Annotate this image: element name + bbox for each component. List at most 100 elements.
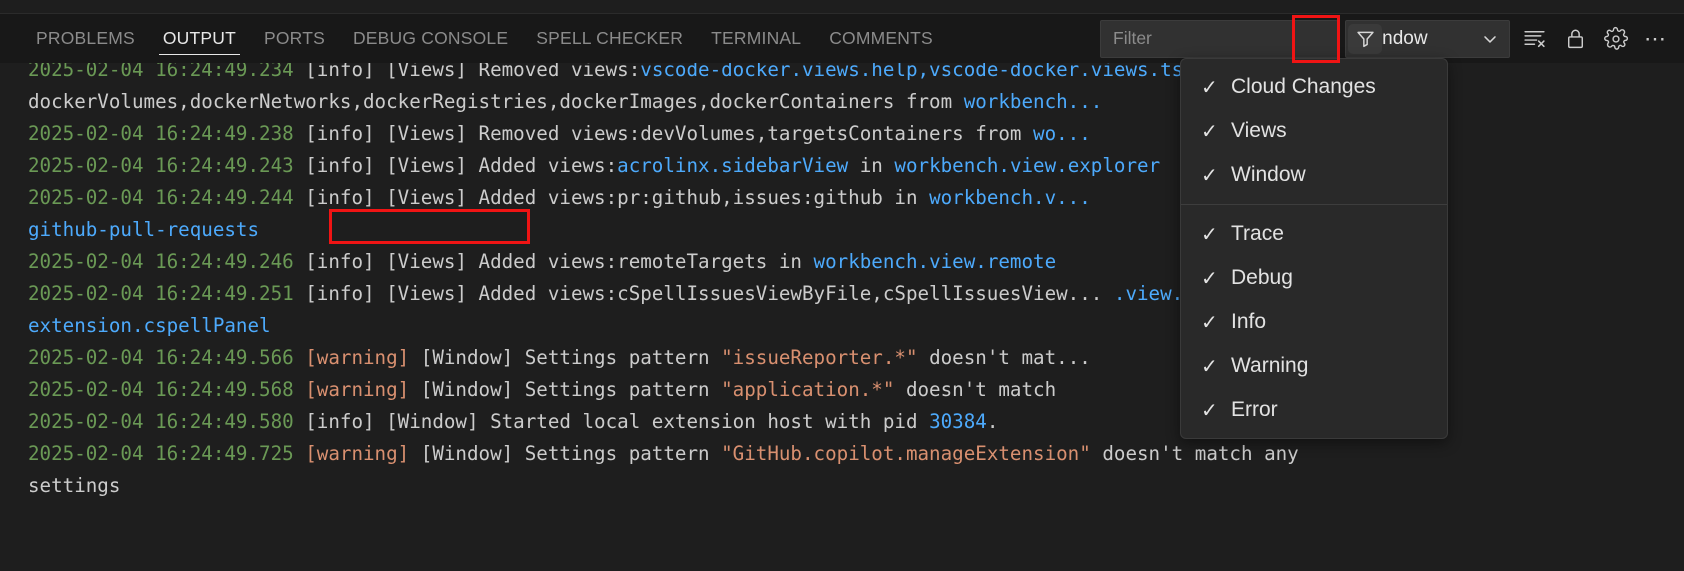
log-link[interactable]: workbench.view.remote xyxy=(814,250,1057,273)
log-line: 2025-02-04 16:24:49.725 [warning] [Windo… xyxy=(28,438,1684,470)
log-link[interactable]: vscode-docker.views.help,vscode-docker.v… xyxy=(640,63,1195,81)
log-text: [Window] Settings pattern xyxy=(409,346,721,369)
log-link[interactable]: github-pull-requests xyxy=(28,218,259,241)
menu-item-label: Warning xyxy=(1231,354,1308,378)
log-text: 2025-02-04 16:24:49.234 xyxy=(28,63,305,81)
panel-tab-label: PROBLEMS xyxy=(36,28,135,49)
gear-icon xyxy=(1603,26,1629,52)
log-line: settings xyxy=(28,470,1684,502)
log-text: doesn't mat... xyxy=(918,346,1091,369)
log-text: [info] [Views] Removed views:devVolumes,… xyxy=(305,122,1033,145)
lock-icon xyxy=(1563,26,1588,51)
log-text: "issueReporter.*" xyxy=(721,346,917,369)
log-text: [info] [Views] Added views:remoteTargets… xyxy=(305,250,813,273)
panel-tab-debug-console[interactable]: DEBUG CONSOLE xyxy=(339,14,522,63)
menu-item-info[interactable]: ✓Info xyxy=(1181,300,1447,344)
menu-item-label: Views xyxy=(1231,119,1287,143)
output-panel: PROBLEMS OUTPUT PORTS DEBUG CONSOLE SPELL CH… xyxy=(0,0,1684,571)
panel-tab-list: PROBLEMS OUTPUT PORTS DEBUG CONSOLE SPELL CH… xyxy=(0,14,947,63)
log-text: 2025-02-04 16:24:49.251 xyxy=(28,282,305,305)
panel-tab-comments[interactable]: COMMENTS xyxy=(815,14,947,63)
log-link[interactable]: workbench.v... xyxy=(929,186,1091,209)
output-filter-dropdown: ✓Cloud Changes✓Views✓Window✓Trace✓Debug✓… xyxy=(1180,58,1448,439)
log-text: 30384 xyxy=(929,410,987,433)
check-icon: ✓ xyxy=(1201,75,1231,100)
menu-item-views[interactable]: ✓Views xyxy=(1181,109,1447,153)
log-text: [info] [Window] Started local extension … xyxy=(305,410,929,433)
log-text: doesn't match any xyxy=(1091,442,1299,465)
panel-tab-terminal[interactable]: TERMINAL xyxy=(697,14,815,63)
panel-tab-label: DEBUG CONSOLE xyxy=(353,28,508,49)
funnel-icon xyxy=(1355,28,1376,49)
check-icon: ✓ xyxy=(1201,222,1231,247)
menu-item-label: Error xyxy=(1231,398,1278,422)
check-icon: ✓ xyxy=(1201,119,1231,144)
log-text: [Window] Settings pattern xyxy=(409,378,721,401)
log-link[interactable]: .view. xyxy=(1114,282,1183,305)
log-text: [warning] xyxy=(305,442,409,465)
panel-toolbar: Window ⋯ xyxy=(1100,14,1684,63)
menu-item-warning[interactable]: ✓Warning xyxy=(1181,344,1447,388)
clear-output-icon xyxy=(1522,26,1547,51)
check-icon: ✓ xyxy=(1201,310,1231,335)
check-icon: ✓ xyxy=(1201,266,1231,291)
menu-item-debug[interactable]: ✓Debug xyxy=(1181,256,1447,300)
log-text: 2025-02-04 16:24:49.244 xyxy=(28,186,305,209)
check-icon: ✓ xyxy=(1201,398,1231,423)
log-text: 2025-02-04 16:24:49.568 xyxy=(28,378,305,401)
log-text: [info] [Views] Added views:pr:github,iss… xyxy=(305,186,929,209)
panel-tab-label: TERMINAL xyxy=(711,28,801,49)
panel-tab-problems[interactable]: PROBLEMS xyxy=(22,14,149,63)
log-text: doesn't match xyxy=(894,378,1056,401)
filter-container xyxy=(1100,20,1338,58)
log-text: "GitHub.copilot.manageExtension" xyxy=(721,442,1091,465)
log-link[interactable]: workbench... xyxy=(964,90,1103,113)
log-link[interactable]: acrolinx.sidebarView xyxy=(617,154,848,177)
log-text: 2025-02-04 16:24:49.243 xyxy=(28,154,305,177)
log-link[interactable]: extension.cspellPanel xyxy=(28,314,271,337)
more-actions-button[interactable]: ⋯ xyxy=(1639,22,1673,56)
panel-tab-spell-checker[interactable]: SPELL CHECKER xyxy=(522,14,697,63)
check-icon: ✓ xyxy=(1201,163,1231,188)
menu-item-label: Cloud Changes xyxy=(1231,75,1376,99)
log-text: in xyxy=(848,154,894,177)
log-text: settings xyxy=(28,474,120,497)
log-text: 2025-02-04 16:24:49.566 xyxy=(28,346,305,369)
log-text: dockerVolumes,dockerNetworks,dockerRegis… xyxy=(28,90,964,113)
log-text: 2025-02-04 16:24:49.238 xyxy=(28,122,305,145)
menu-item-label: Trace xyxy=(1231,222,1284,246)
log-text: [info] [Views] Removed views: xyxy=(305,63,640,81)
filter-toggle-button[interactable] xyxy=(1348,24,1382,54)
log-text: "application.*" xyxy=(721,378,894,401)
check-icon: ✓ xyxy=(1201,354,1231,379)
log-text: 2025-02-04 16:24:49.580 xyxy=(28,410,305,433)
ellipsis-icon: ⋯ xyxy=(1644,34,1668,44)
panel-tab-label: PORTS xyxy=(264,28,325,49)
menu-item-label: Debug xyxy=(1231,266,1293,290)
menu-item-label: Info xyxy=(1231,310,1266,334)
log-text: . xyxy=(987,410,999,433)
panel-tab-output[interactable]: OUTPUT xyxy=(149,14,250,63)
log-text: [info] [Views] Added views:cSpellIssuesV… xyxy=(305,282,1114,305)
chevron-down-icon xyxy=(1480,29,1500,49)
menu-item-error[interactable]: ✓Error xyxy=(1181,388,1447,432)
panel-tab-label: COMMENTS xyxy=(829,28,933,49)
output-settings-button[interactable] xyxy=(1599,22,1633,56)
log-text: 2025-02-04 16:24:49.246 xyxy=(28,250,305,273)
log-text: [Window] Settings pattern xyxy=(409,442,721,465)
lock-output-button[interactable] xyxy=(1558,22,1592,56)
filter-input[interactable] xyxy=(1101,21,1348,57)
log-text: [warning] xyxy=(305,378,409,401)
log-link[interactable]: workbench.view.explorer xyxy=(894,154,1160,177)
log-text: 2025-02-04 16:24:49.725 xyxy=(28,442,305,465)
panel-tab-ports[interactable]: PORTS xyxy=(250,14,339,63)
log-link[interactable]: wo... xyxy=(1033,122,1091,145)
menu-item-trace[interactable]: ✓Trace xyxy=(1181,212,1447,256)
clear-output-button[interactable] xyxy=(1517,22,1551,56)
menu-separator xyxy=(1181,204,1447,205)
panel-tab-label: OUTPUT xyxy=(163,28,236,49)
log-text: [info] [Views] Added views: xyxy=(305,154,617,177)
menu-item-window[interactable]: ✓Window xyxy=(1181,153,1447,197)
menu-item-cloud-changes[interactable]: ✓Cloud Changes xyxy=(1181,65,1447,109)
panel-tab-label: SPELL CHECKER xyxy=(536,28,683,49)
